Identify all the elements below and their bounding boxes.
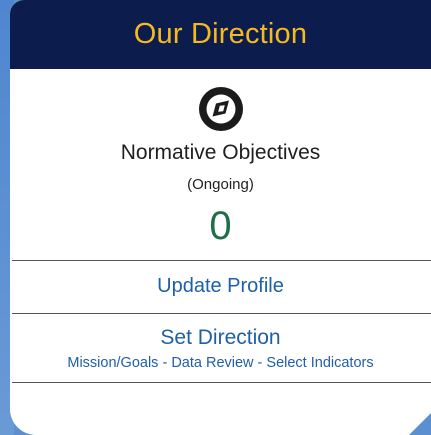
set-direction-block: Set Direction Mission/Goals - Data Revie… (10, 314, 431, 382)
compass-icon (198, 87, 243, 131)
direction-card: Our Direction Normative Objectives (Ongo… (10, 0, 431, 435)
card-corner-decoration (409, 413, 431, 435)
card-content: Normative Objectives (Ongoing) 0 (10, 85, 431, 248)
set-direction-link[interactable]: Set Direction (160, 326, 280, 350)
objective-label: Normative Objectives (120, 141, 321, 164)
objective-count: 0 (209, 204, 232, 248)
divider-bottom (12, 382, 431, 383)
card-header: Our Direction (10, 0, 431, 69)
set-direction-sub-links[interactable]: Mission/Goals - Data Review - Select Ind… (67, 355, 373, 371)
objective-status: (Ongoing) (187, 176, 254, 193)
update-profile-link[interactable]: Update Profile (157, 261, 284, 313)
card-title: Our Direction (133, 18, 308, 50)
compass-icon-wrapper (10, 85, 431, 133)
